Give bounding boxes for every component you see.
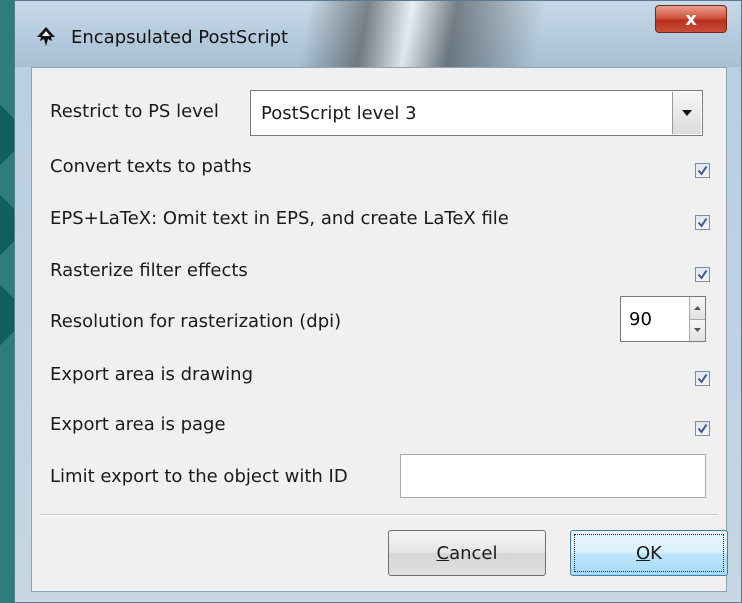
checkmark-icon [697, 217, 708, 228]
close-button[interactable]: x [655, 5, 727, 33]
checkmark-icon [697, 373, 708, 384]
eps-latex-row: EPS+LaTeX: Omit text in EPS, and create … [50, 208, 708, 229]
spin-up-button[interactable] [689, 297, 705, 320]
ok-button-label: OK [636, 542, 662, 564]
ps-level-select[interactable]: PostScript level 3 [250, 90, 703, 136]
area-page-row: Export area is page [50, 414, 708, 435]
eps-export-dialog: Encapsulated PostScript x Restrict to PS… [14, 0, 742, 603]
convert-texts-label: Convert texts to paths [50, 156, 252, 177]
chevron-up-icon [694, 305, 701, 310]
rasterize-checkbox[interactable] [695, 267, 710, 282]
checkmark-icon [697, 269, 708, 280]
convert-texts-row: Convert texts to paths [50, 156, 708, 177]
eps-latex-label: EPS+LaTeX: Omit text in EPS, and create … [50, 208, 509, 229]
chevron-down-icon [682, 110, 692, 116]
resolution-spinbox[interactable]: 90 [620, 296, 706, 342]
rasterize-label: Rasterize filter effects [50, 260, 248, 281]
resolution-value: 90 [629, 308, 652, 330]
window-title: Encapsulated PostScript [71, 27, 289, 48]
area-page-checkbox[interactable] [695, 421, 710, 436]
resolution-row: Resolution for rasterization (dpi) [50, 311, 708, 332]
resolution-label: Resolution for rasterization (dpi) [50, 311, 342, 332]
area-drawing-label: Export area is drawing [50, 364, 254, 385]
object-id-input[interactable] [400, 454, 706, 498]
ps-level-label: Restrict to PS level [50, 101, 219, 122]
separator [40, 514, 718, 516]
limit-id-label: Limit export to the object with ID [50, 466, 348, 487]
area-drawing-row: Export area is drawing [50, 364, 708, 385]
eps-latex-checkbox[interactable] [695, 215, 710, 230]
rasterize-row: Rasterize filter effects [50, 260, 708, 281]
close-icon: x [685, 8, 697, 30]
ps-level-value: PostScript level 3 [261, 102, 417, 124]
checkmark-icon [697, 423, 708, 434]
inkscape-logo-icon [37, 27, 55, 46]
convert-texts-checkbox[interactable] [695, 163, 710, 178]
dialog-content: Restrict to PS level PostScript level 3 … [31, 67, 728, 592]
checkmark-icon [697, 165, 708, 176]
cancel-button[interactable]: Cancel [388, 530, 546, 576]
area-drawing-checkbox[interactable] [695, 371, 710, 386]
chevron-down-icon [694, 328, 701, 333]
spin-arrows [689, 297, 705, 341]
dropdown-button[interactable] [672, 92, 701, 134]
title-bar[interactable]: Encapsulated PostScript x [15, 1, 741, 67]
area-page-label: Export area is page [50, 414, 226, 435]
ok-button[interactable]: OK [570, 530, 728, 576]
spin-down-button[interactable] [689, 319, 705, 341]
cancel-button-label: Cancel [436, 542, 498, 564]
